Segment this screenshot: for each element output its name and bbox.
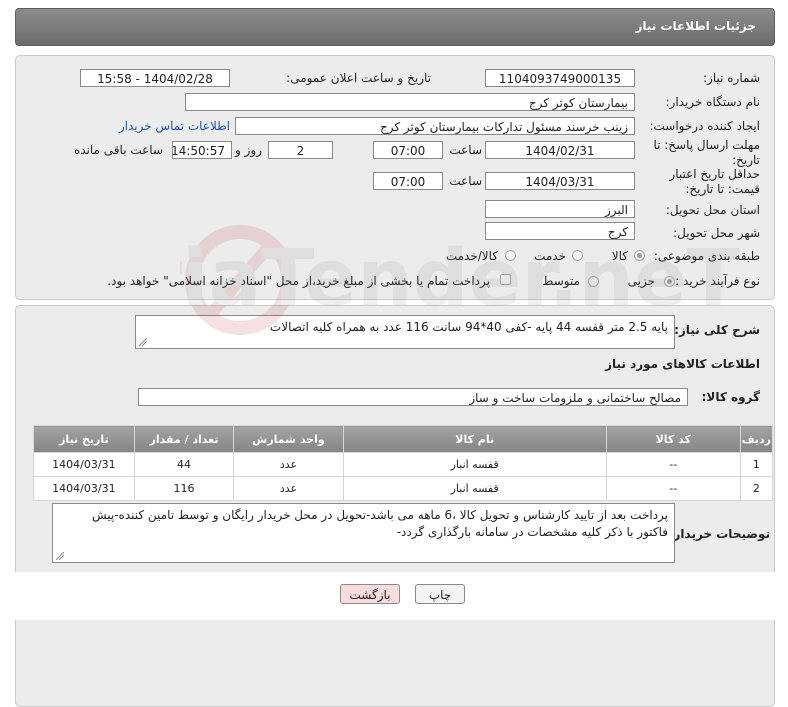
cell-date: 1404/03/31 (33, 452, 135, 477)
goods-group-label: گروه کالا: (701, 390, 760, 404)
reply-time-field: 07:00 (373, 141, 443, 159)
cell-date: 1404/03/31 (33, 476, 135, 501)
purchase-radio-minor[interactable] (664, 276, 675, 287)
description-label: شرح کلی نیاز: (674, 323, 760, 337)
purchase-option-minor: جزیی (627, 274, 655, 288)
page-title: جزئیات اطلاعات نیاز (635, 19, 756, 33)
buyer-org-field: بیمارستان کوثر کرج (185, 93, 635, 111)
cell-name: قفسه انبار (342, 452, 607, 477)
reply-deadline-label: مهلت ارسال پاسخ: تا تاریخ: (653, 138, 760, 167)
cell-qty: 44 (133, 452, 235, 477)
remaining-time-field: 14:50:57 (172, 141, 232, 159)
buyer-notes-textarea: پرداخت بعد از تایید کارشناس و تحویل کالا… (52, 503, 675, 563)
cell-row-number: 1 (739, 452, 774, 477)
category-option-goods-service: کالا/خدمت (445, 249, 498, 263)
remaining-label: ساعت باقی مانده (73, 143, 163, 157)
category-option-goods: کالا (611, 249, 628, 263)
need-number-label: شماره نیاز: (703, 71, 760, 85)
reply-time-label: ساعت (449, 143, 482, 157)
purchase-radio-medium[interactable] (588, 276, 599, 287)
city-field: کرج (485, 222, 635, 240)
items-table: ردیف کد کالا نام کالا واحد شمارش تعداد /… (33, 425, 774, 501)
days-field: 2 (268, 141, 333, 159)
treasury-note: پرداخت تمام یا بخشی از مبلغ خرید،از محل … (107, 274, 490, 288)
purchase-type-label: نوع فرآیند خرید : (675, 274, 760, 288)
days-label: روز و (235, 143, 262, 157)
col-header-row-number: ردیف (739, 425, 774, 453)
category-radio-goods-service[interactable] (505, 250, 516, 261)
price-date-field: 1404/03/31 (485, 172, 635, 190)
category-label: طبقه بندی موضوعی: (653, 249, 760, 263)
col-header-unit: واحد شمارش (233, 425, 344, 453)
col-header-code: کد کالا (605, 425, 741, 453)
cell-qty: 116 (133, 476, 235, 501)
print-button[interactable]: چاپ (415, 584, 465, 604)
category-radio-goods[interactable] (634, 250, 645, 261)
cell-name: قفسه انبار (342, 476, 607, 501)
cell-code: -- (605, 452, 741, 477)
requester-field: زینب خرسند مسئول تدارکات بیمارستان کوثر … (235, 117, 635, 135)
purchase-option-medium: متوسط (542, 274, 580, 288)
announce-field: 1404/02/28 - 15:58 (80, 69, 230, 87)
col-header-date: تاریخ نیاز (33, 425, 135, 453)
table-row[interactable]: 1 -- قفسه انبار عدد 44 1404/03/31 (33, 452, 774, 477)
announce-label: تاریخ و ساعت اعلان عمومی: (286, 71, 431, 85)
category-option-service: خدمت (534, 249, 566, 263)
buyer-notes-label: توضیحات خریدار: (668, 527, 770, 541)
page-title-bar: جزئیات اطلاعات نیاز (15, 8, 775, 46)
price-time-label: ساعت (449, 174, 482, 188)
buyer-notes-text: پرداخت بعد از تایید کارشناس و تحویل کالا… (91, 508, 668, 539)
treasury-checkbox[interactable] (500, 274, 511, 285)
buyer-org-label: نام دستگاه خریدار: (665, 95, 761, 109)
cell-row-number: 2 (739, 476, 774, 501)
requester-label: ایجاد کننده درخواست: (649, 119, 760, 133)
resize-grip-icon (56, 552, 64, 560)
province-label: استان محل تحویل: (665, 203, 760, 217)
reply-date-field: 1404/02/31 (485, 141, 635, 159)
cell-unit: عدد (233, 476, 344, 501)
table-header-row: ردیف کد کالا نام کالا واحد شمارش تعداد /… (33, 425, 774, 453)
need-number-field: 1104093749000135 (485, 69, 635, 87)
goods-info-title: اطلاعات کالاهای مورد نیاز (605, 357, 760, 371)
cell-unit: عدد (233, 452, 344, 477)
province-field: البرز (485, 200, 635, 218)
price-validity-label: حداقل تاریخ اعتبار قیمت: تا تاریخ: (669, 167, 760, 196)
description-textarea: پایه 2.5 متر قفسه 44 پایه -کفی 40*94 سان… (135, 315, 675, 349)
col-header-qty: تعداد / مقدار (133, 425, 235, 453)
city-label: شهر محل تحویل: (673, 226, 760, 240)
table-row[interactable]: 2 -- قفسه انبار عدد 116 1404/03/31 (33, 476, 774, 501)
buyer-contact-link[interactable]: اطلاعات تماس خریدار (119, 119, 230, 133)
resize-grip-icon (139, 338, 147, 346)
col-header-name: نام کالا (342, 425, 607, 453)
price-time-field: 07:00 (373, 172, 443, 190)
description-text: پایه 2.5 متر قفسه 44 پایه -کفی 40*94 سان… (269, 320, 668, 334)
back-button[interactable]: بازگشت (340, 584, 400, 604)
cell-code: -- (605, 476, 741, 501)
goods-group-field: مصالح ساختمانی و ملزومات ساخت و ساز (138, 388, 688, 406)
category-radio-service[interactable] (572, 250, 583, 261)
